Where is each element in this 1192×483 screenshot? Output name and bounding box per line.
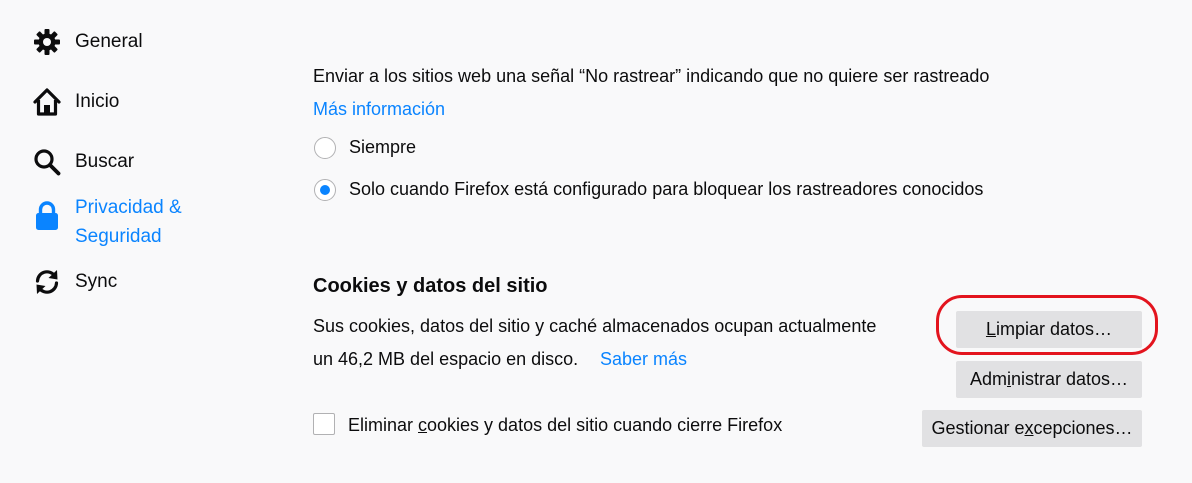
sidebar-item-label: Privacidad & Seguridad	[75, 197, 182, 247]
sidebar-item-privacidad[interactable]: Privacidad & Seguridad	[32, 193, 215, 251]
cookies-usage-line1: Sus cookies, datos del sitio y caché alm…	[313, 316, 877, 336]
lock-icon	[32, 201, 62, 231]
sidebar-item-buscar[interactable]: Buscar	[32, 147, 134, 177]
sidebar: General Inicio Buscar Privacidad & Segur…	[0, 0, 290, 483]
sidebar-item-label: Inicio	[75, 91, 120, 112]
sidebar-item-general[interactable]: General	[32, 27, 143, 57]
sidebar-item-label: General	[75, 31, 143, 52]
search-icon	[32, 147, 62, 177]
delete-on-close-checkbox[interactable]	[313, 413, 335, 435]
dnt-option-only-blocking-label[interactable]: Solo cuando Firefox está configurado par…	[349, 179, 983, 200]
dnt-radio-only-blocking[interactable]	[314, 179, 336, 201]
manage-exceptions-button[interactable]: Gestionar e x cepciones…	[922, 410, 1142, 447]
cookies-learn-more-link[interactable]: Saber más	[600, 349, 687, 370]
dnt-more-info-link[interactable]: Más información	[313, 99, 445, 120]
sidebar-item-label: Buscar	[75, 151, 135, 172]
sidebar-item-sync[interactable]: Sync	[32, 267, 117, 297]
dnt-description: Enviar a los sitios web una señal “No ra…	[313, 66, 990, 86]
sidebar-item-label: Sync	[75, 271, 118, 292]
sidebar-item-inicio[interactable]: Inicio	[32, 87, 119, 117]
clear-data-button[interactable]: Limpiar datos…	[956, 311, 1142, 348]
dnt-option-always-label[interactable]: Siempre	[349, 137, 416, 158]
delete-on-close-label[interactable]: Eliminar cookies y datos del sitio cuand…	[348, 415, 782, 436]
cookies-heading: Cookies y datos del sitio	[313, 275, 548, 297]
home-icon	[32, 87, 62, 117]
gear-icon	[32, 27, 62, 57]
dnt-radio-always[interactable]	[314, 137, 336, 159]
manage-data-button[interactable]: Adm i nistrar datos…	[956, 361, 1142, 398]
sync-icon	[32, 267, 62, 297]
cookies-usage-line2: un 46,2 MB del espacio en disco.	[313, 349, 579, 369]
